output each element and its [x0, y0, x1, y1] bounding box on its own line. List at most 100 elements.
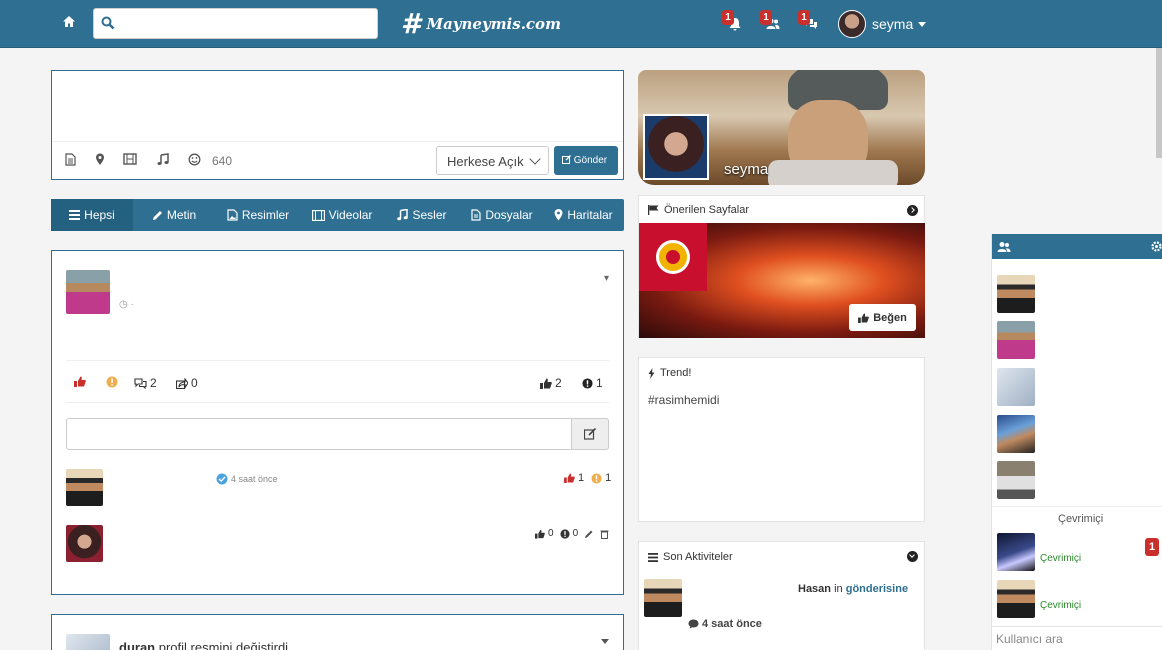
- tab-images[interactable]: Resimler: [215, 199, 301, 231]
- search-input[interactable]: [120, 13, 370, 35]
- caret-down-icon[interactable]: [601, 639, 609, 644]
- post-textarea[interactable]: [58, 77, 616, 137]
- chat-contact-avatar[interactable]: [997, 368, 1035, 406]
- share-button[interactable]: 0: [176, 376, 198, 390]
- tab-label: Haritalar: [567, 208, 613, 222]
- chat-contact-avatar[interactable]: [997, 461, 1035, 499]
- page-logo[interactable]: [639, 223, 707, 291]
- chat-contact-avatar[interactable]: [997, 275, 1035, 313]
- brand-logo[interactable]: # Mayneymis.com: [401, 9, 561, 39]
- tab-videos[interactable]: Videolar: [301, 199, 383, 231]
- chat-contact-avatar[interactable]: [997, 321, 1035, 359]
- brand-name: Mayneymis.com: [426, 15, 561, 33]
- comment-author-avatar[interactable]: [66, 469, 103, 506]
- map-marker-icon: [554, 209, 563, 221]
- comment-like-count: 0: [548, 528, 554, 539]
- film-icon: [311, 209, 325, 221]
- tab-text[interactable]: Metin: [133, 199, 215, 231]
- comment-like-count: 1: [578, 472, 585, 484]
- film-icon[interactable]: [122, 153, 138, 169]
- chat-contact-avatar[interactable]: [997, 415, 1035, 453]
- trash-icon[interactable]: [600, 529, 609, 539]
- thumbs-up-icon[interactable]: [535, 529, 545, 539]
- tab-all[interactable]: Hepsi: [51, 199, 133, 231]
- chat-contact-avatar[interactable]: [997, 533, 1035, 571]
- widget-title: Önerilen Sayfalar: [648, 204, 749, 216]
- like-button[interactable]: [74, 376, 86, 387]
- top-navbar: # Mayneymis.com 1 1 1 seyma: [0, 0, 1162, 48]
- messages-button[interactable]: 1: [798, 10, 822, 34]
- chat-header[interactable]: [992, 234, 1162, 259]
- activity-avatar[interactable]: [644, 579, 682, 617]
- like-page-label: Beğen: [873, 311, 907, 324]
- tab-label: Sesler: [412, 208, 447, 222]
- activity-user: Hasan: [798, 583, 832, 595]
- composer-toolbar: 640 Herkese Açık Gönder: [52, 141, 623, 179]
- profile-cover[interactable]: seyma: [638, 70, 925, 185]
- user-menu[interactable]: seyma: [838, 9, 927, 39]
- tab-label: Metin: [166, 208, 197, 222]
- widget-title: Son Aktiviteler: [648, 551, 733, 563]
- tab-audio[interactable]: Sesler: [383, 199, 461, 231]
- tab-label: Resimler: [241, 208, 290, 222]
- exclamation-circle-icon: [582, 377, 593, 389]
- trend-hashtag[interactable]: #rasimhemidi: [648, 393, 719, 407]
- widget-title-text: Trend!: [660, 367, 692, 379]
- notifications-button[interactable]: 1: [722, 10, 746, 34]
- profile-name[interactable]: seyma: [724, 161, 768, 178]
- exclamation-circle-icon[interactable]: [591, 472, 602, 484]
- post-author-name[interactable]: duran: [119, 640, 155, 650]
- send-button[interactable]: Gönder: [554, 146, 618, 175]
- file-text-icon[interactable]: [62, 153, 78, 169]
- comment-count-button[interactable]: 2: [134, 376, 157, 390]
- privacy-value: Herkese Açık: [447, 154, 524, 169]
- report-count-value: 1: [596, 376, 603, 390]
- like-page-button[interactable]: Beğen: [849, 304, 916, 331]
- list-icon: [648, 552, 658, 562]
- thumbs-up-icon: [858, 312, 869, 323]
- tab-files[interactable]: Dosyalar: [461, 199, 543, 231]
- post-composer: 640 Herkese Açık Gönder: [51, 70, 624, 180]
- search-box[interactable]: [93, 8, 378, 39]
- thumbs-up-icon[interactable]: [564, 473, 575, 483]
- chat-search[interactable]: [992, 626, 1162, 650]
- feed-post: duran profil resmini değiştirdi: [51, 614, 624, 650]
- collapse-icon[interactable]: [907, 551, 918, 562]
- next-arrow-icon[interactable]: [907, 205, 918, 216]
- online-status: Çevrimiçi: [1040, 600, 1082, 611]
- comment-count: 2: [150, 376, 157, 390]
- tab-label: Hepsi: [84, 208, 115, 222]
- report-button[interactable]: [106, 376, 118, 388]
- gear-icon[interactable]: [1151, 241, 1162, 252]
- cover-photo-detail: [768, 160, 898, 185]
- smile-icon[interactable]: [186, 153, 202, 169]
- widget-title: Trend!: [648, 367, 691, 379]
- activity-target: gönderisine: [845, 583, 909, 595]
- suggested-pages-widget: Önerilen Sayfalar Beğen: [638, 195, 925, 338]
- comment-submit-button[interactable]: [571, 418, 609, 450]
- music-icon[interactable]: [155, 153, 171, 169]
- pencil-icon[interactable]: [584, 529, 594, 539]
- exclamation-circle-icon[interactable]: [559, 528, 570, 539]
- comments-icon: [134, 377, 147, 389]
- like-count[interactable]: 2: [540, 376, 562, 390]
- chat-search-input[interactable]: [996, 630, 1156, 648]
- comment-input[interactable]: [66, 418, 609, 450]
- chat-contact-avatar[interactable]: [997, 580, 1035, 618]
- comment-author-avatar[interactable]: [66, 525, 103, 562]
- post-author-avatar[interactable]: [66, 634, 110, 650]
- privacy-select[interactable]: Herkese Açık: [436, 146, 549, 175]
- map-marker-icon[interactable]: [92, 153, 108, 169]
- edit-icon: [562, 155, 571, 164]
- home-icon[interactable]: [60, 14, 78, 32]
- report-count[interactable]: 1: [582, 376, 603, 390]
- post-options-icon[interactable]: ▾: [604, 273, 609, 284]
- page-scrollbar[interactable]: [1156, 48, 1162, 158]
- chevron-down-icon: [529, 153, 541, 165]
- profile-avatar[interactable]: [643, 114, 709, 180]
- post-author-avatar[interactable]: [66, 270, 110, 314]
- friend-requests-button[interactable]: 1: [760, 10, 784, 34]
- activity-text[interactable]: Hasan in gönderisine: [798, 583, 908, 595]
- pencil-icon: [152, 210, 162, 220]
- tab-maps[interactable]: Haritalar: [543, 199, 624, 231]
